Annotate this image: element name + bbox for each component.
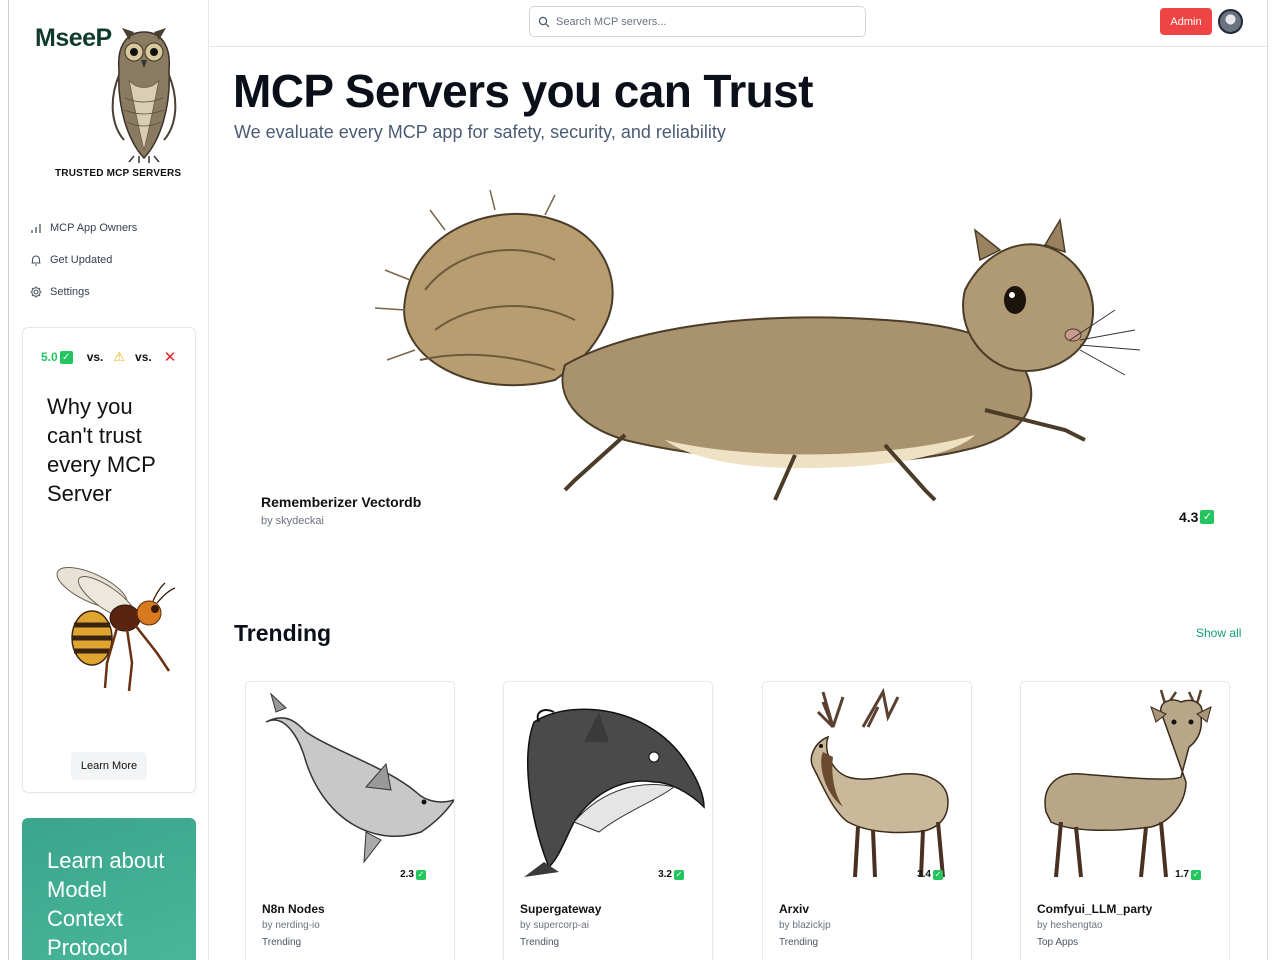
sidebar-item-label: Settings bbox=[50, 286, 90, 298]
app-rating: 2.3 ✓ bbox=[400, 869, 426, 880]
rating-value: 1.7 bbox=[1175, 869, 1189, 880]
app-author: by blazickjp bbox=[779, 920, 831, 931]
app-name: N8n Nodes bbox=[262, 902, 325, 916]
sidebar-item-get-updated[interactable]: Get Updated bbox=[29, 244, 199, 276]
bar-chart-icon bbox=[31, 224, 41, 233]
sidebar-item-mcp-app-owners[interactable]: MCP App Owners bbox=[29, 212, 199, 244]
trust-promo-card: 5.0 ✓ vs. ⚠ vs. ✕ Why you can't trust ev… bbox=[22, 327, 196, 793]
app-name: Arxiv bbox=[779, 902, 810, 916]
dolphin-illustration bbox=[524, 708, 705, 877]
promo-title: Why you can't trust every MCP Server bbox=[47, 394, 156, 506]
search-icon bbox=[538, 16, 550, 27]
app-card-comfyui-llm-party[interactable]: 1.7 ✓ Comfyui_LLM_party by heshengtao To… bbox=[1020, 681, 1230, 960]
rating-value: 3.2 bbox=[658, 869, 672, 880]
avatar[interactable] bbox=[1218, 9, 1243, 34]
score-value: 5.0 bbox=[41, 350, 58, 364]
app-card-arxiv[interactable]: 3.4 ✓ Arxiv by blazickjp Trending bbox=[762, 681, 972, 960]
sidebar-nav: MCP App Owners Get Updated Settings bbox=[29, 212, 199, 308]
squirrel-illustration bbox=[374, 190, 1141, 502]
versus-row: 5.0 ✓ vs. ⚠ vs. ✕ bbox=[41, 348, 176, 366]
rating-value: 3.4 bbox=[917, 869, 931, 880]
app-tag: Top Apps bbox=[1037, 937, 1079, 948]
featured-rating: 4.3 ✓ bbox=[1179, 509, 1215, 525]
featured-app-name: Rememberizer Vectordb bbox=[261, 494, 422, 510]
sidebar: MseeP TRUSTED MCP SERVERS MCP App Owners… bbox=[9, 0, 209, 960]
elk-illustration bbox=[810, 687, 949, 878]
rating-value: 4.3 bbox=[1179, 509, 1199, 525]
admin-button[interactable]: Admin bbox=[1160, 8, 1212, 35]
check-icon: ✓ bbox=[416, 869, 426, 880]
app-tag: Trending bbox=[520, 937, 560, 948]
warning-icon: ⚠ bbox=[113, 349, 126, 364]
app-author: by heshengtao bbox=[1037, 920, 1103, 931]
dolphin-illustration bbox=[265, 692, 454, 864]
logo[interactable]: MseeP TRUSTED MCP SERVERS bbox=[29, 10, 199, 180]
featured-app-author: by skydeckai bbox=[261, 515, 324, 527]
app-card-supergateway[interactable]: 3.2 ✓ Supergateway by supercorp-ai Trend… bbox=[503, 681, 713, 960]
app-author: by supercorp-ai bbox=[520, 920, 589, 931]
cross-icon: ✕ bbox=[163, 349, 177, 366]
sidebar-item-label: Get Updated bbox=[50, 254, 113, 266]
learn-mcp-card[interactable]: Learn about Model Context Protocol bbox=[22, 818, 196, 960]
vs-label: vs. bbox=[135, 350, 152, 364]
logo-tagline: TRUSTED MCP SERVERS bbox=[55, 168, 182, 179]
app-name: Supergateway bbox=[520, 902, 602, 916]
learn-more-button[interactable]: Learn More bbox=[71, 752, 147, 780]
search-box[interactable] bbox=[529, 6, 866, 37]
bell-icon bbox=[31, 255, 41, 266]
gear-icon bbox=[30, 286, 42, 298]
app-name: Comfyui_LLM_party bbox=[1037, 902, 1153, 916]
page-title: MCP Servers you can Trust bbox=[233, 65, 813, 117]
app-tag: Trending bbox=[779, 937, 819, 948]
trending-heading: Trending bbox=[234, 620, 332, 646]
check-icon: ✓ bbox=[59, 350, 73, 364]
check-icon: ✓ bbox=[933, 869, 943, 880]
app-tag: Trending bbox=[262, 937, 302, 948]
app-rating: 3.2 ✓ bbox=[658, 869, 684, 880]
show-all-link[interactable]: Show all bbox=[1196, 626, 1241, 640]
app-rating: 1.7 ✓ bbox=[1175, 869, 1201, 880]
sidebar-item-settings[interactable]: Settings bbox=[29, 276, 199, 308]
check-icon: ✓ bbox=[1200, 510, 1215, 524]
owl-logo-icon bbox=[111, 28, 177, 163]
deer-illustration bbox=[1044, 689, 1212, 878]
window-edge-right bbox=[1267, 0, 1268, 960]
check-icon: ✓ bbox=[1191, 869, 1201, 880]
hornet-illustration bbox=[56, 567, 176, 692]
app-rating: 3.4 ✓ bbox=[917, 869, 943, 880]
page-subtitle: We evaluate every MCP app for safety, se… bbox=[234, 122, 726, 142]
learn-mcp-title: Learn about Model Context Protocol bbox=[47, 848, 165, 960]
sidebar-item-label: MCP App Owners bbox=[50, 222, 138, 234]
app-author: by nerding-io bbox=[262, 920, 320, 931]
topbar: Admin bbox=[210, 0, 1267, 47]
check-icon: ✓ bbox=[674, 869, 684, 880]
app-card-n8n-nodes[interactable]: 2.3 ✓ N8n Nodes by nerding-io Trending bbox=[245, 681, 455, 960]
rating-value: 2.3 bbox=[400, 869, 414, 880]
featured-app-card[interactable]: Rememberizer Vectordb by skydeckai 4.3 ✓ bbox=[255, 190, 1245, 535]
vs-label: vs. bbox=[86, 350, 104, 364]
search-input[interactable] bbox=[556, 15, 846, 28]
